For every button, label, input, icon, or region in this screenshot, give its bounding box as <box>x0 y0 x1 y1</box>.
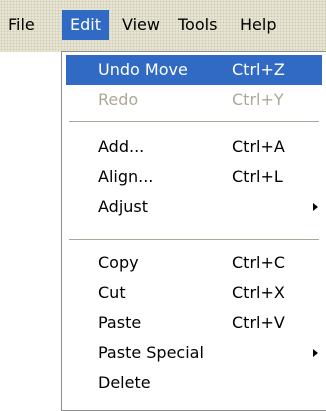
menu-edit[interactable]: Edit <box>62 10 109 40</box>
menu-item-label: Undo Move <box>98 60 188 79</box>
menu-item-adjust[interactable]: Adjust <box>66 192 322 222</box>
menu-item-shortcut: Ctrl+Z <box>232 60 285 79</box>
menu-view[interactable]: View <box>114 10 168 40</box>
menu-item-redo[interactable]: Redo Ctrl+Y <box>66 85 322 115</box>
menu-item-paste[interactable]: Paste Ctrl+V <box>66 308 322 338</box>
submenu-arrow-icon <box>313 203 318 211</box>
menu-item-label: Redo <box>98 90 139 109</box>
menu-item-align[interactable]: Align... Ctrl+L <box>66 162 322 192</box>
submenu-arrow-icon <box>313 349 318 357</box>
menu-item-label: Adjust <box>98 197 149 216</box>
menu-help[interactable]: Help <box>232 10 284 40</box>
menu-item-paste-special[interactable]: Paste Special <box>66 338 322 368</box>
menu-item-shortcut: Ctrl+C <box>232 253 286 272</box>
menu-separator <box>69 239 319 241</box>
menu-item-label: Paste Special <box>98 343 204 362</box>
menu-item-add[interactable]: Add... Ctrl+A <box>66 132 322 162</box>
menu-item-label: Copy <box>98 253 139 272</box>
menu-item-cut[interactable]: Cut Ctrl+X <box>66 278 322 308</box>
menu-item-delete[interactable]: Delete <box>66 368 322 398</box>
menu-item-shortcut: Ctrl+X <box>232 283 285 302</box>
menu-tools[interactable]: Tools <box>170 10 225 40</box>
menu-file[interactable]: File <box>0 10 43 40</box>
edit-menu-dropdown: Undo Move Ctrl+Z Redo Ctrl+Y Add... Ctrl… <box>61 51 326 411</box>
menu-item-label: Paste <box>98 313 142 332</box>
menu-item-label: Add... <box>98 137 145 156</box>
menu-item-shortcut: Ctrl+L <box>232 167 283 186</box>
menu-item-label: Align... <box>98 167 154 186</box>
menu-bar: File Edit View Tools Help <box>0 0 326 52</box>
menu-item-shortcut: Ctrl+Y <box>232 90 284 109</box>
menu-item-undo-move[interactable]: Undo Move Ctrl+Z <box>66 55 322 85</box>
menu-item-copy[interactable]: Copy Ctrl+C <box>66 248 322 278</box>
menu-item-label: Delete <box>98 373 151 392</box>
menu-separator <box>69 121 319 123</box>
menu-item-label: Cut <box>98 283 126 302</box>
menu-item-shortcut: Ctrl+A <box>232 137 285 156</box>
menu-item-shortcut: Ctrl+V <box>232 313 285 332</box>
